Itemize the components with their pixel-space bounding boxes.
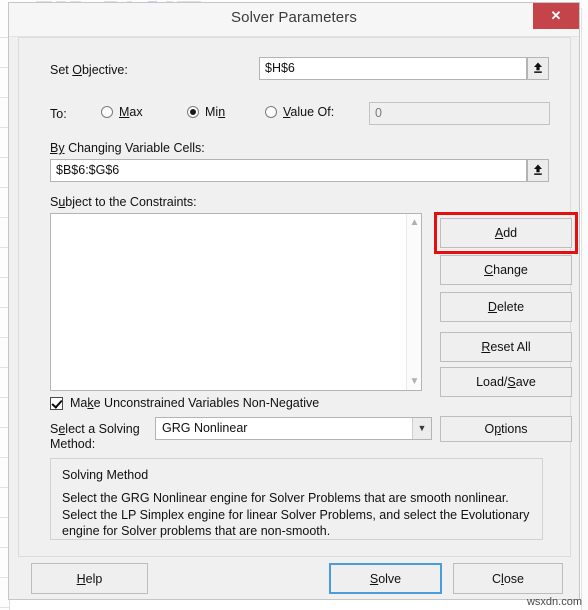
delete-constraint-button[interactable]: Delete bbox=[440, 292, 572, 322]
chevron-down-icon[interactable]: ▼ bbox=[407, 374, 422, 389]
chevron-down-icon[interactable]: ▼ bbox=[412, 418, 431, 439]
solve-button[interactable]: Solve bbox=[329, 563, 442, 594]
solver-parameters-dialog: Solver Parameters ✕ Set Objective: $H$6 … bbox=[8, 2, 580, 600]
changing-cells-range-picker-icon[interactable] bbox=[527, 159, 549, 182]
radio-value-of-label: Value Of: bbox=[283, 105, 335, 119]
non-negative-checkbox-label: Make Unconstrained Variables Non-Negativ… bbox=[70, 396, 320, 410]
set-objective-range-picker-icon[interactable] bbox=[527, 57, 549, 80]
radio-value-of[interactable]: Value Of: bbox=[265, 105, 334, 119]
to-label: To: bbox=[50, 107, 67, 121]
radio-min[interactable]: Min bbox=[187, 105, 225, 119]
constraints-scrollbar[interactable]: ▲ ▼ bbox=[406, 214, 421, 390]
radio-min-label: Min bbox=[205, 105, 226, 119]
dialog-titlebar: Solver Parameters ✕ bbox=[9, 3, 579, 37]
close-button[interactable]: Close bbox=[453, 563, 563, 594]
constraints-label: Subject to the Constraints: bbox=[50, 195, 197, 209]
set-objective-input[interactable]: $H$6 bbox=[259, 57, 527, 80]
description-title: Solving Method bbox=[62, 468, 149, 482]
solving-method-value: GRG Nonlinear bbox=[162, 421, 248, 435]
options-button[interactable]: Options bbox=[440, 416, 572, 442]
changing-cells-label: By Changing Variable Cells: bbox=[50, 141, 205, 155]
radio-max-label: Max bbox=[119, 105, 143, 119]
load-save-button[interactable]: Load/Save bbox=[440, 367, 572, 397]
solving-method-select[interactable]: GRG Nonlinear ▼ bbox=[155, 417, 432, 440]
background-scrollbar-rail bbox=[581, 8, 588, 610]
set-objective-label: Set Objective: bbox=[50, 63, 128, 77]
add-constraint-button[interactable]: Add bbox=[440, 218, 572, 248]
solving-method-label: Select a Solving Method: bbox=[50, 422, 140, 451]
dialog-title: Solver Parameters bbox=[231, 9, 357, 26]
reset-all-button[interactable]: Reset All bbox=[440, 332, 572, 362]
solving-method-description-group: Solving Method Select the GRG Nonlinear … bbox=[50, 458, 543, 540]
help-button[interactable]: Help bbox=[31, 563, 148, 594]
radio-value-of-indicator bbox=[265, 106, 277, 118]
watermark: wsxdn.com bbox=[526, 596, 582, 608]
chevron-up-icon[interactable]: ▲ bbox=[407, 215, 422, 230]
radio-max-indicator bbox=[101, 106, 113, 118]
description-text: Select the GRG Nonlinear engine for Solv… bbox=[62, 491, 530, 538]
changing-cells-input[interactable]: $B$6:$G$6 bbox=[50, 159, 527, 182]
constraints-listbox[interactable]: ▲ ▼ bbox=[50, 213, 422, 391]
change-constraint-button[interactable]: Change bbox=[440, 255, 572, 285]
screenshot-root: Solver Parameters ✕ Set Objective: $H$6 … bbox=[0, 0, 588, 610]
radio-max[interactable]: Max bbox=[101, 105, 143, 119]
value-of-input[interactable]: 0 bbox=[369, 102, 550, 125]
dialog-body: Set Objective: $H$6 To: Max Min Value Of… bbox=[18, 37, 578, 557]
non-negative-checkbox[interactable]: Make Unconstrained Variables Non-Negativ… bbox=[50, 396, 319, 410]
non-negative-checkbox-indicator bbox=[50, 396, 63, 410]
close-icon[interactable]: ✕ bbox=[533, 3, 579, 29]
radio-min-indicator bbox=[187, 106, 199, 118]
